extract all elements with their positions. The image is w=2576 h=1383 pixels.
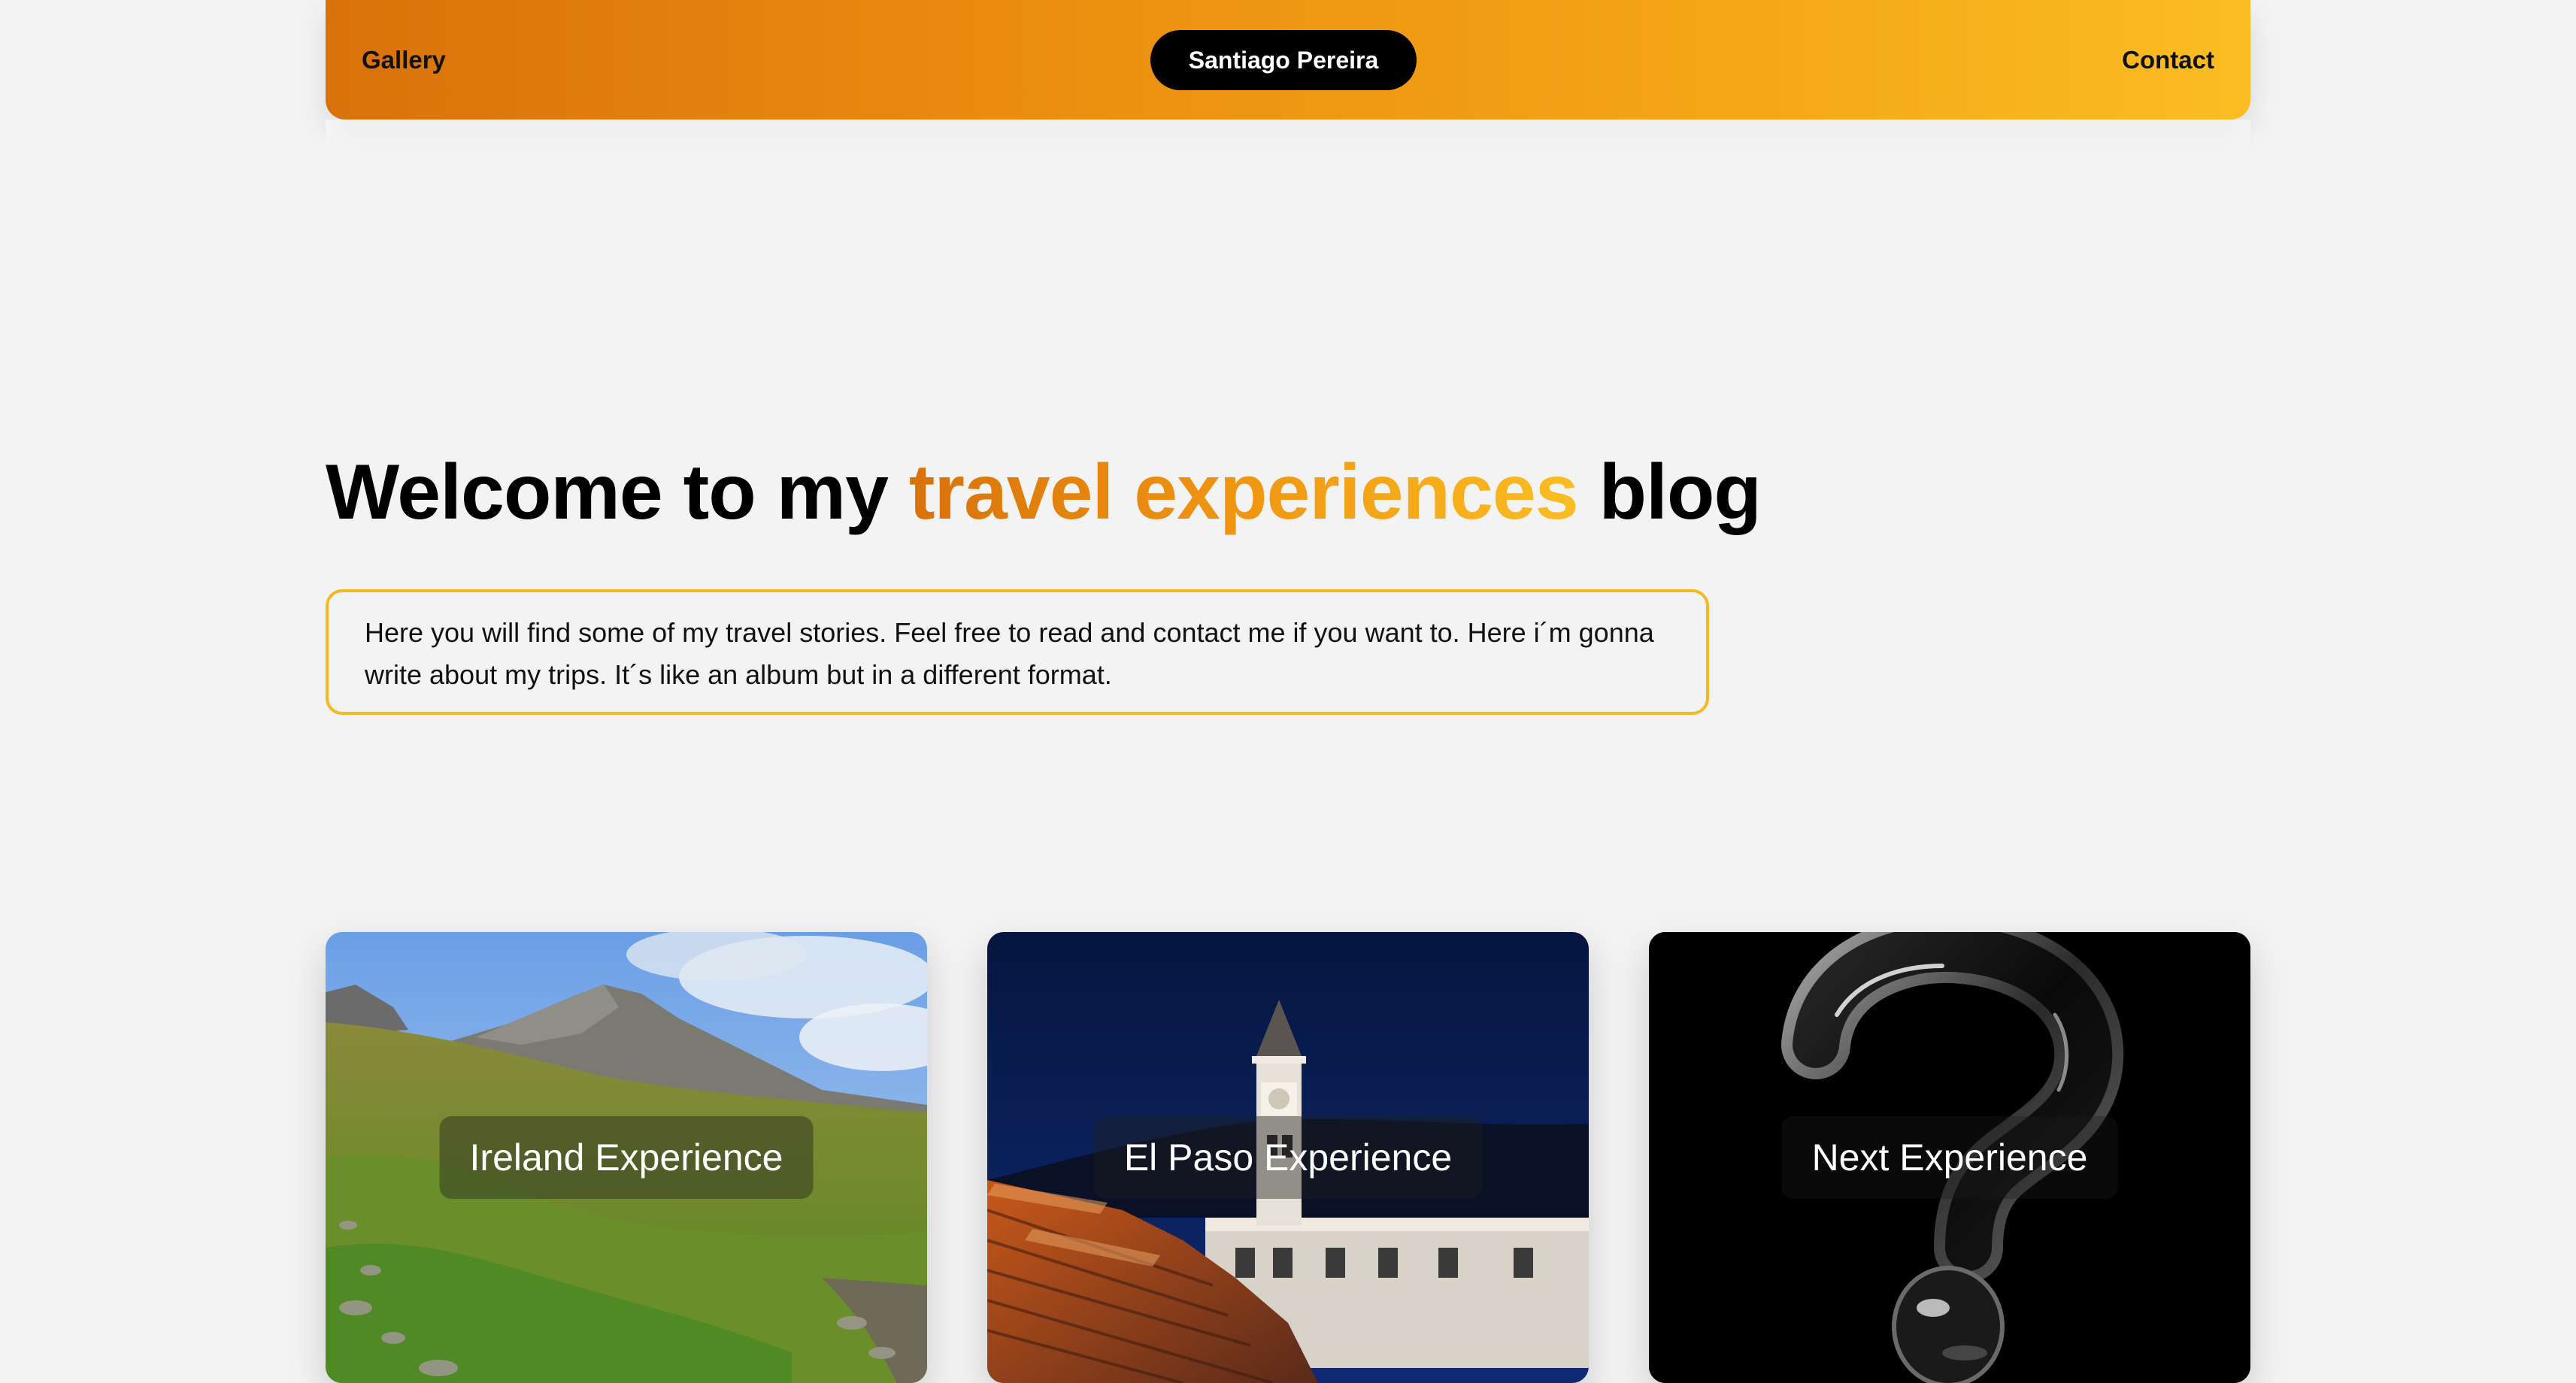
card-ireland-experience[interactable]: Ireland Experience — [326, 932, 927, 1383]
card-el-paso-experience[interactable]: El Paso Experience — [987, 932, 1589, 1383]
gallery-link[interactable]: Gallery — [362, 0, 446, 120]
card-ireland-title: Ireland Experience — [439, 1116, 814, 1199]
page-title-prefix: Welcome to my — [326, 449, 909, 536]
header-shadow-fade — [326, 120, 2250, 165]
intro-text: Here you will find some of my travel sto… — [365, 617, 1654, 690]
card-el-paso-title: El Paso Experience — [1093, 1116, 1483, 1199]
brand-name-button[interactable]: Santiago Pereira — [1150, 30, 1417, 90]
intro-text-box: Here you will find some of my travel sto… — [326, 589, 1709, 715]
contact-link[interactable]: Contact — [2122, 0, 2214, 120]
card-next-experience[interactable]: Next Experience — [1649, 932, 2250, 1383]
page-title-accent: travel experiences — [908, 449, 1579, 536]
card-next-title: Next Experience — [1781, 1116, 2118, 1199]
page-title-suffix: blog — [1577, 449, 1761, 536]
page-title: Welcome to my travel experiences blog — [326, 443, 1762, 541]
top-navigation-bar: Gallery Santiago Pereira Contact — [326, 0, 2250, 120]
